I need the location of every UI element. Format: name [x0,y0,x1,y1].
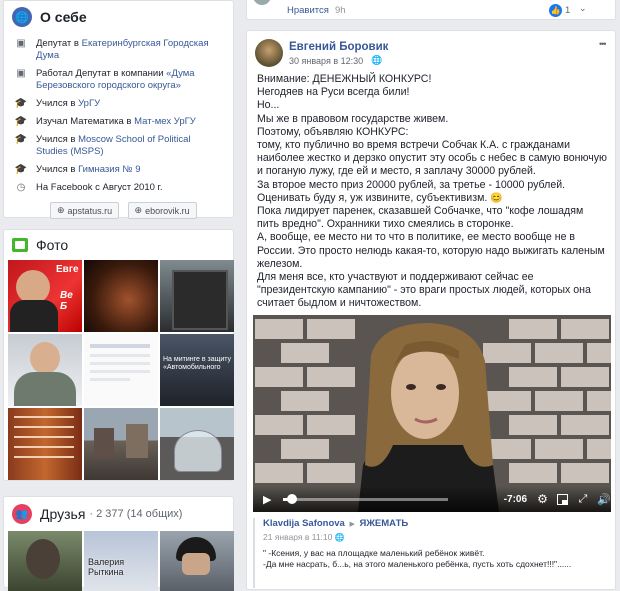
photos-card: Фото Евге Be Б На митинге в защиту «Авто… [3,229,234,481]
post-line: Пока лидирует паренек, сказавшей Собчачк… [257,205,584,231]
about-item: ▣ Работал Депутат в компании «Дума Березо… [4,68,233,92]
comment-date[interactable]: 21 января в 11:10 [263,532,332,542]
photo-tile[interactable] [160,408,234,480]
video-controls: ▶ -7:06 ⚙ ⤢ 🔊 [253,486,611,512]
post-line: Но... [257,99,280,112]
about-item: ▣ Депутат в Екатеринбургская Городская Ду… [4,38,233,62]
about-list: ▣ Депутат в Екатеринбургская Городская Ду… [4,38,233,194]
site-links: ⊕ apstatus.ru ⊕ eborovik.ru [4,200,233,219]
author-avatar[interactable] [255,39,283,67]
graduation-cap-icon: 🎓 [14,134,28,145]
about-item: ◷ На Facebook с Август 2010 г. [4,182,233,194]
reaction-count: 1 [565,5,571,16]
about-item: 🎓 Учился в УрГУ [14,98,101,109]
about-item: 🎓 Изучал Математика в Мат-мех УрГУ [14,116,196,127]
arrow-right-icon: ▶ [349,521,355,528]
about-item: 🎓 Учился в Moscow School of Political Stu… [14,134,191,157]
video-time-left: -7:06 [503,493,528,505]
photos-header: Фото [4,230,233,260]
post-line: За второе место приз 20000 рублей, за тр… [257,178,566,191]
friends-grid: Валерия Рыткина [4,531,234,591]
graduation-cap-icon: 🎓 [14,164,28,175]
comment-line: -Да мне насрать, б...ь, на этого маленьк… [263,559,572,569]
comment-author[interactable]: Klavdija Safonova [263,518,345,529]
photo-tile[interactable] [84,408,158,480]
friend-tile[interactable] [8,531,82,591]
comment-line: " -Ксения, у вас на площадке маленький р… [263,548,485,558]
friends-count: · 2 377 (14 общих) [89,508,183,520]
post-line: тому, кто публично во время встречи Собч… [257,139,607,178]
prev-post-time: 9h [335,5,346,16]
about-card: 🌐 О себе ▣ Депутат в Екатеринбургская Гор… [3,0,234,219]
photos-title[interactable]: Фото [36,237,68,253]
like-reaction-icon: 👍 [549,4,562,17]
site-link-eborovik[interactable]: ⊕ eborovik.ru [127,202,197,219]
graduation-cap-icon: 🎓 [14,98,28,109]
picture-in-picture-icon[interactable] [556,493,569,505]
fullscreen-icon[interactable]: ⤢ [578,493,587,506]
video-player[interactable]: ▶ -7:06 ⚙ ⤢ 🔊 [253,315,611,512]
friend-tile[interactable] [160,531,234,591]
play-icon[interactable]: ▶ [263,493,271,506]
post-line: Внимание: ДЕНЕЖНЫЙ КОНКУРС! [257,73,432,85]
globe-icon: 🌐 [334,533,345,542]
friends-title[interactable]: Друзья [40,506,85,522]
post-line: Для меня все, кто участвуют и поддержива… [257,271,591,310]
like-link[interactable]: Нравится [287,5,329,16]
chevron-down-icon[interactable]: ⌄ [579,3,587,14]
photo-tile[interactable] [160,260,234,332]
globe-icon: ⊕ [134,205,143,215]
prev-post-card: Нравится 9h 👍 1 ⌄ [246,0,616,20]
more-options-icon[interactable]: ••• [599,39,607,49]
post-line: Негодяев на Руси всегда били! [257,86,410,99]
about-header: 🌐 О себе [4,2,233,32]
photo-tile[interactable] [84,260,158,332]
video-frame [253,315,611,512]
photo-tile[interactable] [8,334,82,406]
about-item-link[interactable]: Мат-мех УрГУ [134,116,196,127]
photo-icon [12,238,28,252]
post-author[interactable]: Евгений Боровик [289,41,388,53]
site-link-apstatus[interactable]: ⊕ apstatus.ru [50,202,120,219]
video-progress-knob[interactable] [286,493,297,504]
graduation-cap-icon: 🎓 [14,116,28,127]
avatar [253,0,271,5]
about-item: 🎓 Учился в Гимназия № 9 [14,164,141,175]
photo-caption: Евге [56,264,79,275]
friend-tile[interactable]: Валерия Рыткина [84,531,158,591]
photo-tile[interactable] [84,334,158,406]
photo-caption: Be Б [60,290,73,312]
photo-tile[interactable]: На митинге в защиту «Автомобильного [160,334,234,406]
photo-tile[interactable] [8,408,82,480]
video-progress-track[interactable] [283,493,448,504]
about-item-link[interactable]: УрГУ [78,98,100,109]
friends-header: 👥 Друзья · 2 377 (14 общих) [4,497,233,531]
comment-target-group[interactable]: ЯЖЕМАТЬ [360,518,409,529]
friend-name: Валерия Рыткина [88,557,125,577]
post-date[interactable]: 30 января в 12:30 [289,56,363,66]
shared-comment: Klavdija Safonova ▶ ЯЖЕМАТЬ 21 января в … [253,518,611,588]
post-line: Мы же в правовом государстве живем. [257,112,449,125]
photo-caption: На митинге в защиту «Автомобильного [163,356,232,371]
friends-icon: 👥 [12,504,32,524]
volume-icon[interactable]: 🔊 [597,493,611,506]
post-line: Оценивать буду я, уж извините, субъектив… [257,191,503,204]
post-line: А, вообще, ее место ни то что в политике… [257,231,605,270]
clock-icon: ◷ [16,182,26,193]
photo-grid: Евге Be Б На митинге в защиту «Автомобил… [4,260,234,480]
briefcase-icon: ▣ [16,38,26,49]
about-title: О себе [40,9,87,25]
globe-icon: 🌐 [12,7,32,27]
briefcase-icon: ▣ [16,68,26,79]
globe-icon: ⊕ [57,205,65,215]
photo-tile[interactable]: Евге Be Б [8,260,82,332]
globe-icon: 🌐 [371,55,383,65]
smile-emoji-icon: 😊 [490,192,503,204]
about-item-link[interactable]: Гимназия № 9 [78,164,140,175]
post-text: Внимание: ДЕНЕЖНЫЙ КОНКУРС! Негодяев на … [247,73,617,311]
gear-icon[interactable]: ⚙ [537,492,548,506]
friends-card: 👥 Друзья · 2 377 (14 общих) Валерия Рытк… [3,496,234,591]
post-line: Поэтому, объявляю КОНКУРС: [257,125,409,138]
